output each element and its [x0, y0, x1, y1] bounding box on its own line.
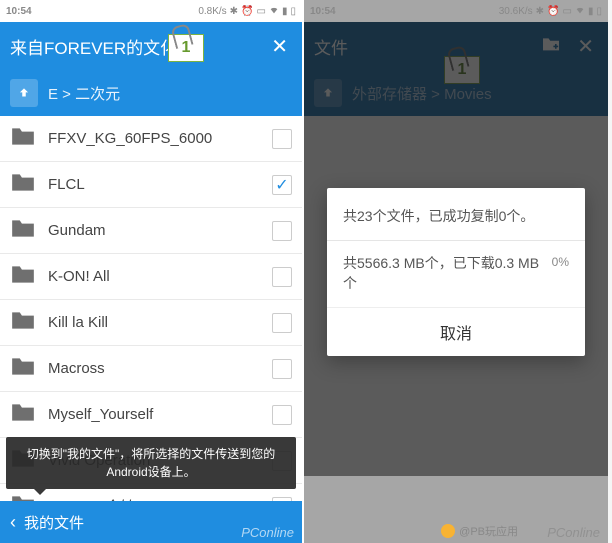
- chevron-left-icon: ‹: [10, 512, 16, 533]
- weibo-icon: [441, 524, 455, 538]
- file-name: Macross: [48, 360, 260, 377]
- file-name: K-ON! All: [48, 268, 260, 285]
- alarm-icon: ⏰: [547, 6, 559, 17]
- wifi-icon: [269, 5, 279, 18]
- bluetooth-icon: ✱: [536, 6, 544, 17]
- close-icon[interactable]: ✕: [267, 30, 292, 63]
- status-icons: 30.6K/s ✱ ⏰ ▭ ▮ ▯: [499, 5, 602, 18]
- folder-icon: [10, 401, 36, 428]
- divider: [327, 240, 585, 241]
- checkbox[interactable]: [272, 313, 292, 333]
- sim-icon: ▭: [257, 6, 266, 17]
- checkbox[interactable]: [272, 359, 292, 379]
- folder-icon: [10, 217, 36, 244]
- progress-percent: 0%: [552, 255, 569, 269]
- screen-right: 10:54 30.6K/s ✱ ⏰ ▭ ▮ ▯ 文件 ✕: [304, 0, 608, 543]
- bottom-bar[interactable]: ‹ 我的文件: [0, 501, 302, 543]
- modal-overlay: 共23个文件，已成功复制0个。 共5566.3 MB个，已下载0.3 MB个 0…: [304, 0, 608, 543]
- sim-icon: ▭: [563, 6, 572, 17]
- up-arrow-icon: [17, 86, 31, 100]
- checkbox[interactable]: [272, 129, 292, 149]
- annotation-badge: 1: [168, 34, 204, 62]
- table-row[interactable]: FFXV_KG_60FPS_6000: [0, 116, 302, 162]
- side-by-side-screenshots: 10:54 0.8K/s ✱ ⏰ ▭ ▮ ▯ 来自FOREVER的文化 ✕ 1: [0, 0, 612, 543]
- table-row[interactable]: Gundam: [0, 208, 302, 254]
- table-row[interactable]: K-ON! All: [0, 254, 302, 300]
- status-time: 10:54: [310, 6, 336, 17]
- status-net: 0.8K/s: [198, 6, 226, 17]
- file-name: FFXV_KG_60FPS_6000: [48, 130, 260, 147]
- signal-icon: ▮: [282, 6, 288, 17]
- file-name: Kill la Kill: [48, 314, 260, 331]
- bluetooth-icon: ✱: [230, 6, 238, 17]
- status-bar: 10:54 0.8K/s ✱ ⏰ ▭ ▮ ▯: [0, 0, 302, 22]
- status-time: 10:54: [6, 6, 32, 17]
- wifi-icon: [575, 5, 585, 18]
- table-row[interactable]: Myself_Yourself: [0, 392, 302, 438]
- alarm-icon: ⏰: [241, 6, 253, 17]
- breadcrumb-path: E > 二次元: [48, 83, 120, 104]
- checkbox[interactable]: [272, 405, 292, 425]
- app-header: 来自FOREVER的文化 ✕: [0, 22, 302, 70]
- bottom-label: 我的文件: [24, 512, 84, 533]
- up-button[interactable]: [10, 79, 38, 107]
- battery-icon: ▯: [290, 6, 296, 17]
- weibo-credit: @PB玩应用: [441, 523, 518, 539]
- status-net: 30.6K/s: [499, 6, 533, 17]
- folder-icon: [10, 125, 36, 152]
- checkbox[interactable]: ✓: [272, 175, 292, 195]
- cancel-button[interactable]: 取消: [327, 307, 585, 356]
- table-row[interactable]: FLCL ✓: [0, 162, 302, 208]
- file-name: Myself_Yourself: [48, 406, 260, 423]
- status-bar: 10:54 30.6K/s ✱ ⏰ ▭ ▮ ▯: [304, 0, 608, 22]
- screen-left: 10:54 0.8K/s ✱ ⏰ ▭ ▮ ▯ 来自FOREVER的文化 ✕ 1: [0, 0, 304, 543]
- dialog-line2: 共5566.3 MB个，已下载0.3 MB个 0%: [343, 253, 569, 293]
- table-row[interactable]: Kill la Kill: [0, 300, 302, 346]
- battery-icon: ▯: [596, 6, 602, 17]
- folder-icon: [10, 263, 36, 290]
- file-name: Gundam: [48, 222, 260, 239]
- folder-icon: [10, 355, 36, 382]
- status-icons: 0.8K/s ✱ ⏰ ▭ ▮ ▯: [198, 5, 296, 18]
- file-name: FLCL: [48, 176, 260, 193]
- table-row[interactable]: Macross: [0, 346, 302, 392]
- hint-tooltip: 切换到"我的文件"，将所选择的文件传送到您的Android设备上。: [6, 437, 296, 489]
- header-title: 来自FOREVER的文化: [10, 34, 267, 59]
- copy-progress-dialog: 共23个文件，已成功复制0个。 共5566.3 MB个，已下载0.3 MB个 0…: [327, 188, 585, 356]
- signal-icon: ▮: [588, 6, 594, 17]
- checkbox[interactable]: [272, 267, 292, 287]
- dialog-line1: 共23个文件，已成功复制0个。: [343, 206, 569, 226]
- checkbox[interactable]: [272, 221, 292, 241]
- breadcrumb[interactable]: E > 二次元: [0, 70, 302, 116]
- folder-icon: [10, 309, 36, 336]
- folder-icon: [10, 171, 36, 198]
